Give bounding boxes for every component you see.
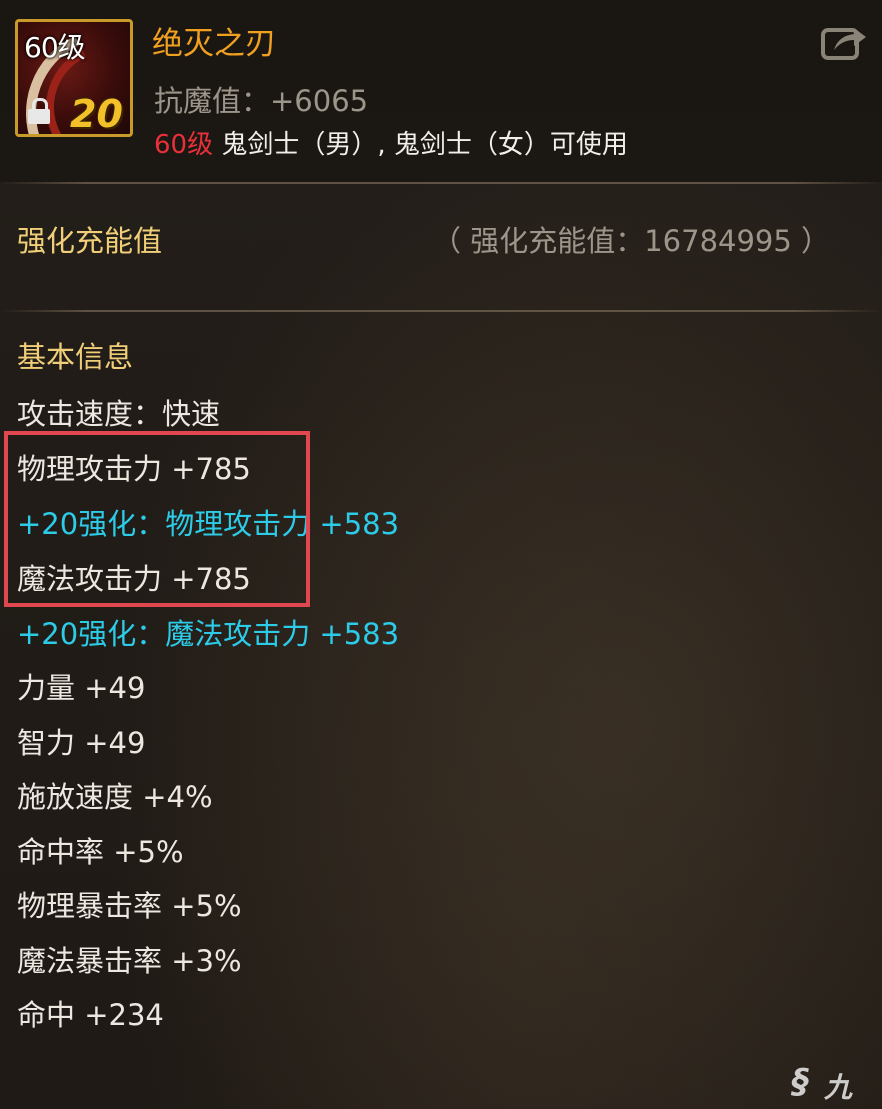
- requirement-classes: 鬼剑士（男）, 鬼剑士（女）可使用: [213, 130, 628, 160]
- item-header: 60级 20 绝灭之刃 抗魔值：+6065 60级 鬼剑士（男）, 鬼剑士（女）…: [0, 0, 882, 182]
- stat-hit: 命中 +234: [17, 998, 164, 1032]
- item-tooltip-panel: 60级 20 绝灭之刃 抗魔值：+6065 60级 鬼剑士（男）, 鬼剑士（女）…: [0, 0, 882, 1109]
- magic-resist-value: 抗魔值：+6065: [154, 84, 369, 118]
- charge-value: （ 强化充能值：16784995 ）: [432, 224, 831, 258]
- enhance-level-badge: 20: [70, 92, 123, 136]
- stat-attack-speed: 攻击速度：快速: [17, 397, 221, 431]
- share-icon[interactable]: [820, 22, 868, 62]
- watermark-text: 九游: [824, 1071, 853, 1104]
- icon-level-label: 60级: [24, 31, 86, 64]
- stat-magic-attack-enhance: +20强化：魔法攻击力 +583: [17, 617, 400, 651]
- stat-physical-crit: 物理暴击率 +5%: [17, 889, 242, 923]
- stat-cast-speed: 施放速度 +4%: [17, 780, 213, 814]
- jiuyou-logo-icon: §: [792, 1062, 809, 1102]
- attack-highlight-box: [4, 431, 310, 607]
- item-name: 绝灭之刃: [152, 26, 276, 62]
- requirement-level: 60级: [154, 130, 214, 160]
- lock-icon: [28, 98, 50, 124]
- header-divider: [0, 182, 882, 184]
- stat-strength: 力量 +49: [17, 671, 146, 705]
- stat-hit-rate: 命中率 +5%: [17, 835, 184, 869]
- charge-divider: [0, 310, 882, 312]
- weapon-icon[interactable]: 60级 20: [15, 19, 133, 137]
- stat-intelligence: 智力 +49: [17, 726, 146, 760]
- stat-magic-crit: 魔法暴击率 +3%: [17, 944, 242, 978]
- charge-title: 强化充能值: [17, 224, 163, 258]
- basic-info-title: 基本信息: [17, 340, 134, 374]
- usage-requirement: 60级 鬼剑士（男）, 鬼剑士（女）可使用: [154, 124, 628, 161]
- watermark: § 九游: [792, 1062, 878, 1104]
